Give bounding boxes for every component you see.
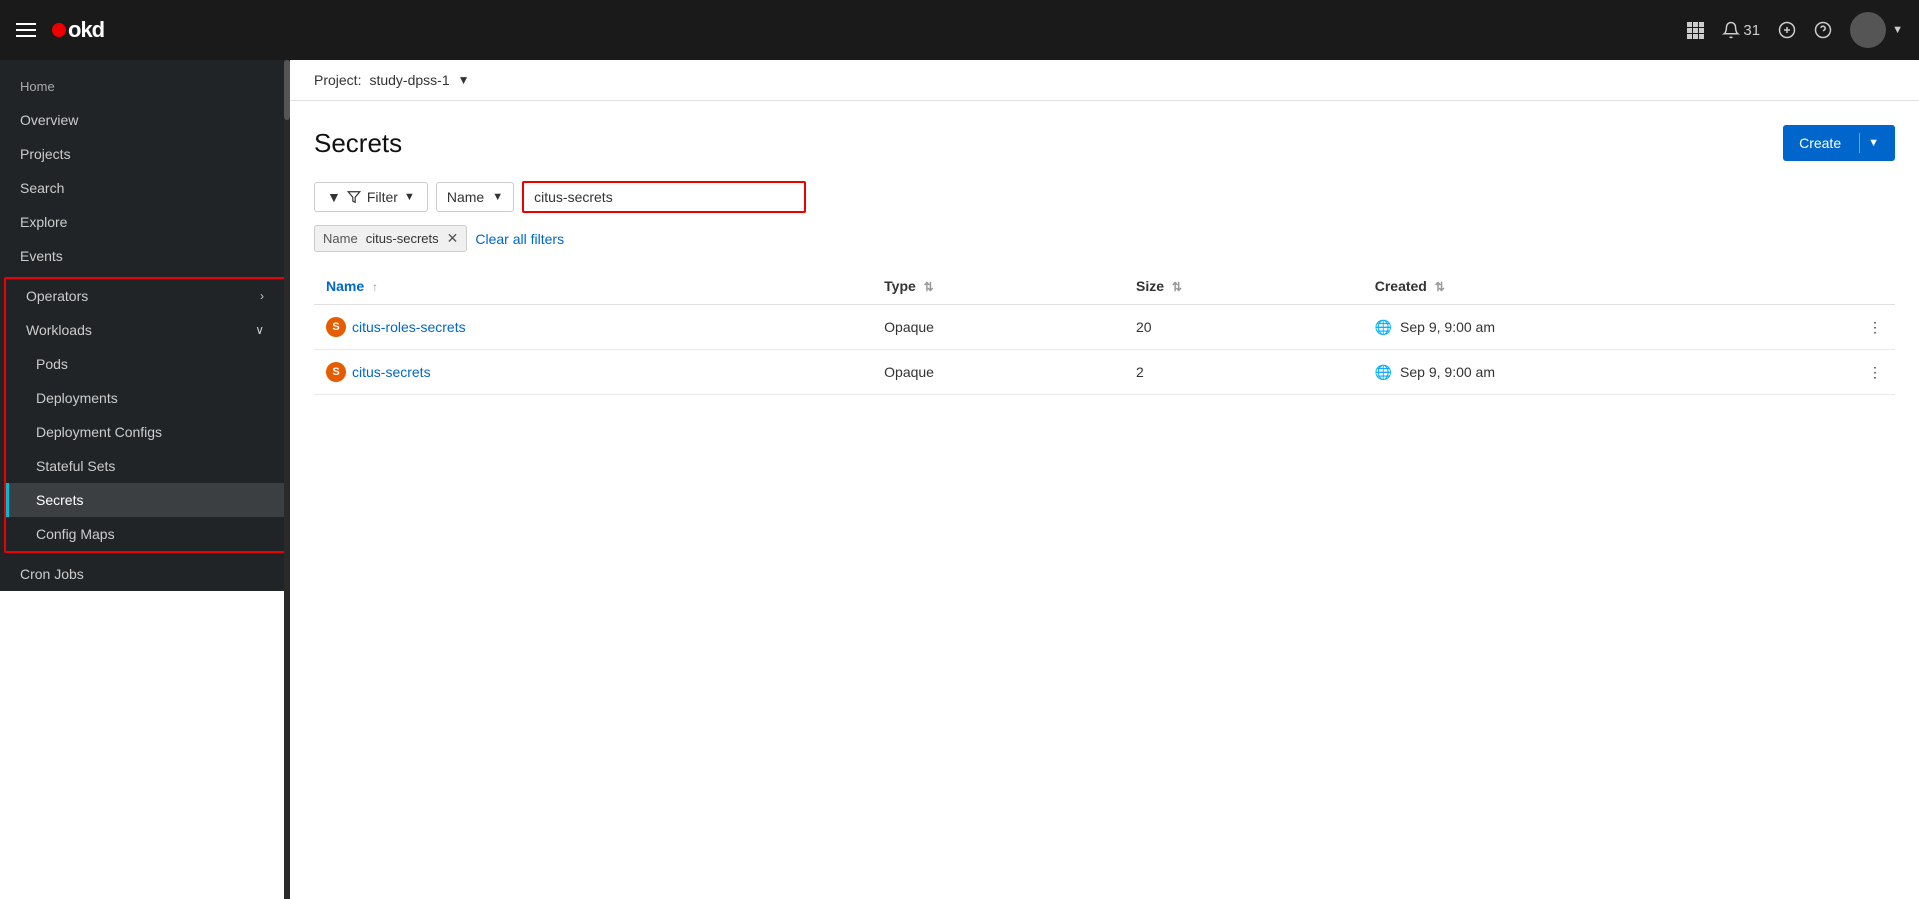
content-area: Project: study-dpss-1 ▼ Secrets Create ▼… (290, 60, 1919, 899)
sidebar-item-deployments[interactable]: Deployments (6, 381, 284, 415)
filter-label: Filter (367, 189, 398, 205)
table-row: S citus-secrets Opaque 2 🌐 Sep 9, 9:00 a… (314, 350, 1895, 395)
name-chevron-icon: ▼ (492, 191, 503, 203)
workloads-chevron-icon: ∨ (255, 323, 264, 337)
filter-icon: ▼ (327, 189, 341, 205)
sidebar-item-events[interactable]: Events (0, 239, 290, 273)
sidebar-item-deployment-configs[interactable]: Deployment Configs (6, 415, 284, 449)
cell-size: 20 (1124, 305, 1363, 350)
created-sort-icon: ⇅ (1435, 280, 1445, 294)
cell-size: 2 (1124, 350, 1363, 395)
name-filter-chip: Name citus-secrets ✕ (314, 225, 467, 252)
sidebar-item-cron-jobs[interactable]: Cron Jobs (0, 557, 290, 591)
secret-icon: S (326, 362, 346, 382)
secrets-table: Name ↑ Type ⇅ Size ⇅ Created (314, 268, 1895, 395)
user-dropdown[interactable]: ▼ (1850, 12, 1903, 48)
cell-name: S citus-secrets (314, 350, 872, 395)
cell-type: Opaque (872, 350, 1124, 395)
hamburger-menu[interactable] (16, 23, 36, 37)
apps-grid-icon[interactable] (1686, 21, 1704, 39)
project-label: Project: (314, 72, 361, 88)
avatar (1850, 12, 1886, 48)
logo[interactable]: okd (52, 17, 104, 43)
search-input[interactable] (524, 183, 804, 211)
sidebar-item-pods[interactable]: Pods (6, 347, 284, 381)
th-size[interactable]: Size ⇅ (1124, 268, 1363, 305)
sidebar-item-search[interactable]: Search (0, 171, 290, 205)
secret-name: citus-secrets (352, 364, 431, 380)
sidebar-item-config-maps[interactable]: Config Maps (6, 517, 284, 551)
secret-icon: S (326, 317, 346, 337)
th-actions (1855, 268, 1895, 305)
sidebar-item-explore[interactable]: Explore (0, 205, 290, 239)
notifications-button[interactable]: 31 (1722, 21, 1760, 39)
name-label: Name (447, 189, 484, 205)
chip-remove-button[interactable]: ✕ (447, 230, 459, 247)
filter-bar: ▼ Filter ▼ Name ▼ (314, 181, 1895, 213)
filter-button[interactable]: ▼ Filter ▼ (314, 182, 428, 212)
project-selector[interactable]: study-dpss-1 ▼ (369, 72, 469, 88)
chip-label: Name (323, 231, 358, 246)
globe-icon: 🌐 (1375, 364, 1392, 380)
cell-created: 🌐 Sep 9, 9:00 am (1363, 350, 1855, 395)
create-button[interactable]: Create ▼ (1783, 125, 1895, 161)
type-sort-icon: ⇅ (924, 280, 934, 294)
notification-count: 31 (1743, 22, 1760, 39)
secret-name: citus-roles-secrets (352, 319, 466, 335)
th-type[interactable]: Type ⇅ (872, 268, 1124, 305)
filter-chips: Name citus-secrets ✕ Clear all filters (314, 225, 1895, 252)
sidebar-item-projects[interactable]: Projects (0, 137, 290, 171)
workloads-section[interactable]: Workloads ∨ (6, 313, 284, 347)
th-name[interactable]: Name ↑ (314, 268, 872, 305)
sidebar-item-stateful-sets[interactable]: Stateful Sets (6, 449, 284, 483)
secret-name-link[interactable]: S citus-secrets (326, 362, 860, 382)
secret-name-link[interactable]: S citus-roles-secrets (326, 317, 860, 337)
globe-icon: 🌐 (1375, 319, 1392, 335)
chip-value: citus-secrets (366, 231, 439, 246)
logo-circle (52, 23, 66, 37)
create-btn-arrow-icon: ▼ (1868, 137, 1879, 149)
search-input-wrapper (522, 181, 806, 213)
sidebar-item-secrets[interactable]: Secrets (6, 483, 284, 517)
row-actions-button[interactable]: ⋮ (1855, 350, 1895, 395)
navbar: okd 31 (0, 0, 1919, 60)
chevron-down-icon: ▼ (1892, 24, 1903, 36)
workloads-section-outline: Operators › Workloads ∨ Pods Deployments… (4, 277, 286, 553)
operators-section[interactable]: Operators › (6, 279, 284, 313)
th-created[interactable]: Created ⇅ (1363, 268, 1855, 305)
page-content: Secrets Create ▼ ▼ Filter ▼ (290, 101, 1919, 899)
sidebar-item-home: Home (0, 70, 290, 103)
operators-chevron-icon: › (260, 289, 264, 303)
name-sort-icon: ↑ (372, 280, 378, 294)
size-sort-icon: ⇅ (1172, 280, 1182, 294)
add-button[interactable] (1778, 21, 1796, 39)
row-actions-button[interactable]: ⋮ (1855, 305, 1895, 350)
create-btn-divider (1859, 133, 1860, 153)
sidebar: Home Overview Projects Search Explore Ev… (0, 60, 290, 899)
cell-name: S citus-roles-secrets (314, 305, 872, 350)
filter-chevron-icon: ▼ (404, 191, 415, 203)
table-row: S citus-roles-secrets Opaque 20 🌐 Sep 9,… (314, 305, 1895, 350)
page-header: Secrets Create ▼ (314, 125, 1895, 161)
funnel-icon (347, 190, 361, 204)
project-bar: Project: study-dpss-1 ▼ (290, 60, 1919, 101)
clear-filters-button[interactable]: Clear all filters (475, 231, 564, 247)
cell-created: 🌐 Sep 9, 9:00 am (1363, 305, 1855, 350)
page-title: Secrets (314, 128, 402, 159)
name-dropdown[interactable]: Name ▼ (436, 182, 514, 212)
project-chevron-icon: ▼ (458, 73, 470, 87)
help-button[interactable] (1814, 21, 1832, 39)
sidebar-item-overview[interactable]: Overview (0, 103, 290, 137)
cell-type: Opaque (872, 305, 1124, 350)
table-header-row: Name ↑ Type ⇅ Size ⇅ Created (314, 268, 1895, 305)
logo-text: okd (68, 17, 104, 43)
